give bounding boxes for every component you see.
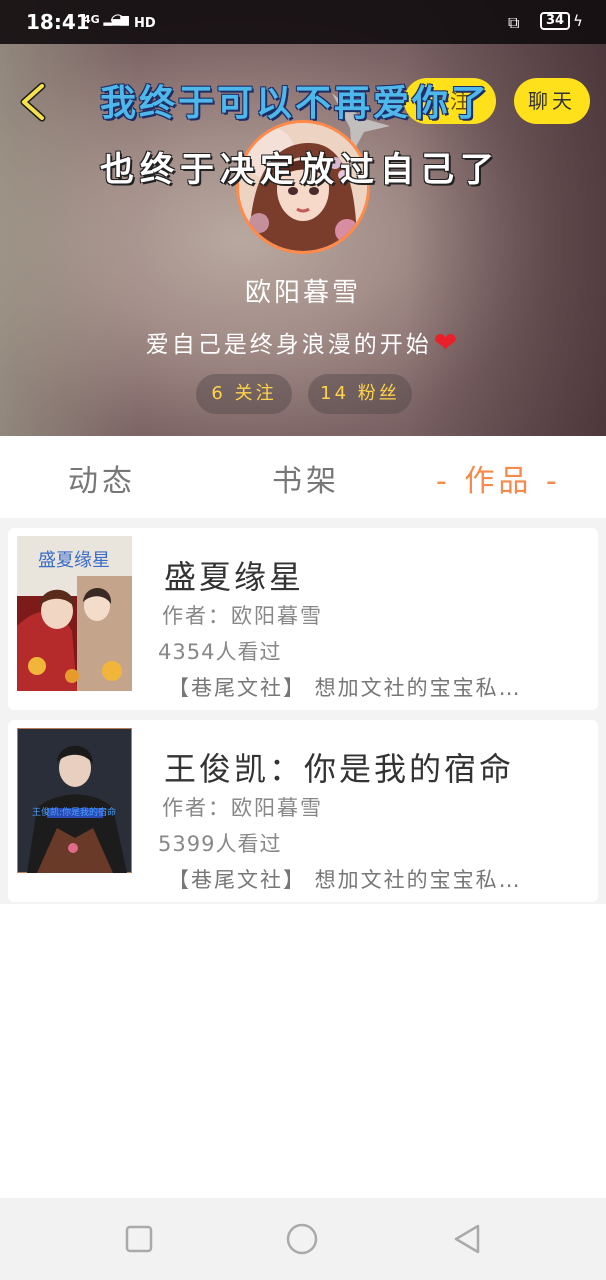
hd-badge: HD [134,16,156,31]
fans-count-button[interactable]: 14 粉丝 [308,374,412,414]
tab-bookshelf[interactable]: 书架 [272,456,340,500]
back-button[interactable] [14,78,54,126]
heart-icon: ❤ [433,326,461,359]
book-views: 4354人看过 [158,640,282,664]
banner-text-line1: 我终于可以不再爱你了 [100,83,491,124]
book-description: 【巷尾文社】 想加文社的宝宝私… [168,676,522,700]
bio: 爱自己是终身浪漫的开始❤ [0,325,606,359]
triangle-left-icon[interactable] [450,1222,484,1256]
banner-text-line2: 也终于决定放过自己了 [100,150,500,190]
tab-activity[interactable]: 动态 [68,456,136,500]
following-count-button[interactable]: 6 关注 [196,374,292,414]
book-author: 作者：欧阳暮雪 [162,604,323,628]
circle-icon[interactable] [285,1222,319,1256]
book-description: 【巷尾文社】 想加文社的宝宝私… [168,868,522,892]
vibrate-icon: ⧉ [508,13,520,32]
square-icon[interactable] [122,1222,156,1256]
book-author: 作者：欧阳暮雪 [162,796,323,820]
tab-bar: 动态 书架 - 作品 - [0,436,606,518]
status-bar: 18:41 4G ▂▄▆ ◠ HD ⧉ 34 ϟ [0,0,606,44]
status-time: 18:41 [26,10,90,34]
bio-text: 爱自己是终身浪漫的开始 [145,332,432,358]
battery-icon: 34 [540,12,570,30]
wifi-icon: ◠ [110,10,126,31]
book-title: 王俊凯：你是我的宿命 [164,750,515,788]
book-title: 盛夏缘星 [164,558,305,596]
username: 欧阳暮雪 [244,278,361,308]
tab-works[interactable]: - 作品 - [436,456,561,500]
svg-text:王俊凯:你是我的宿命: 王俊凯:你是我的宿命 [32,806,116,818]
charging-icon: ϟ [573,12,583,30]
profile-header: 18:41 4G ▂▄▆ ◠ HD ⧉ 34 ϟ 关注 聊天 我终于可以不再爱你… [0,0,606,436]
system-nav-bar [0,1198,606,1280]
list-item[interactable]: 王俊凯:你是我的宿命 王俊凯：你是我的宿命 作者：欧阳暮雪 5399人看过 【巷… [8,720,598,902]
book-cover[interactable]: 王俊凯:你是我的宿命 [17,728,132,883]
book-cover[interactable]: 盛夏缘星 [17,536,132,691]
chevron-left-icon [20,82,46,122]
chat-button[interactable]: 聊天 [514,78,590,124]
book-views: 5399人看过 [158,832,282,856]
svg-text:盛夏缘星: 盛夏缘星 [38,550,110,571]
list-item[interactable]: 盛夏缘星 盛夏缘星 作者：欧阳暮雪 4354人看过 【巷尾文社】 想加文社的宝宝… [8,528,598,710]
